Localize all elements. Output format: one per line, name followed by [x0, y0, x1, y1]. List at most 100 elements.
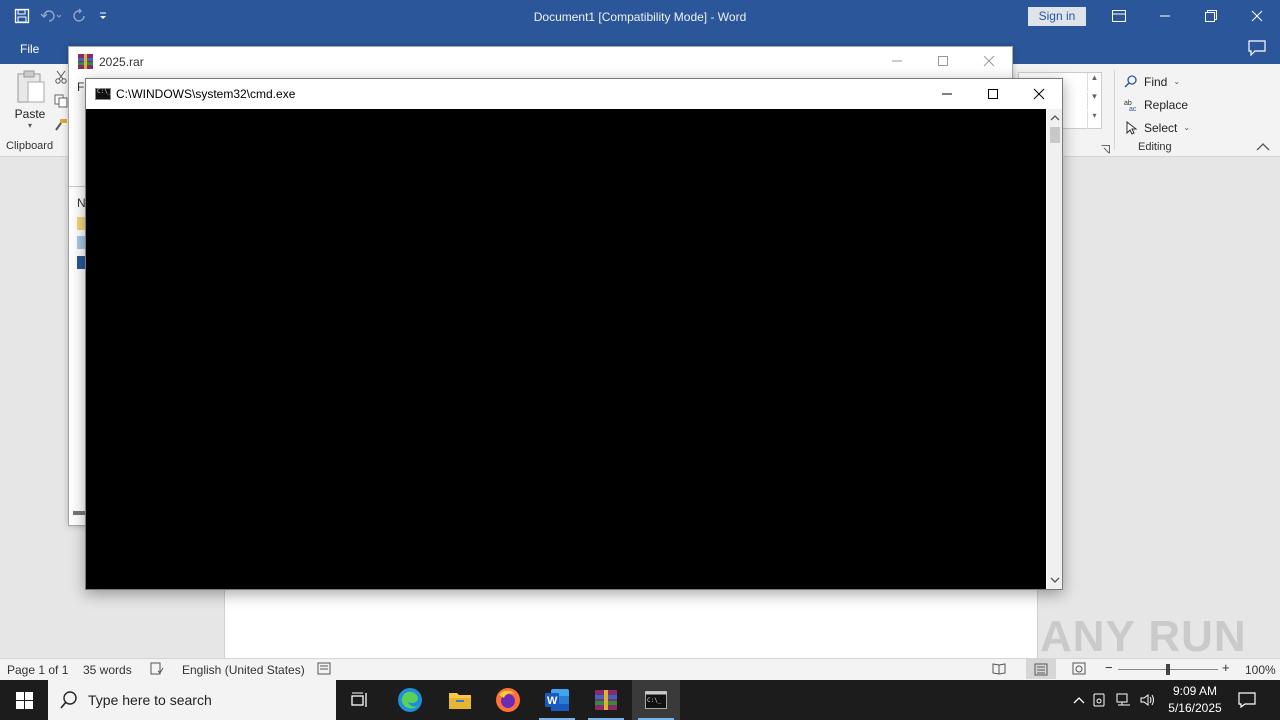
notifications-button[interactable]: [1226, 680, 1268, 720]
ribbon-separator: [1114, 70, 1115, 150]
find-label: Find: [1144, 74, 1168, 89]
taskbar-edge[interactable]: [386, 680, 434, 720]
page-count[interactable]: Page 1 of 1: [7, 663, 68, 677]
svg-text:ac: ac: [1129, 106, 1137, 112]
svg-text:W: W: [547, 695, 558, 707]
word-count[interactable]: 35 words: [83, 663, 132, 677]
paste-button[interactable]: Paste ▾: [10, 70, 50, 130]
zoom-slider[interactable]: [1118, 664, 1218, 675]
clock-time: 9:09 AM: [1172, 684, 1218, 698]
taskbar-file-explorer[interactable]: [436, 680, 484, 720]
winrar-icon: [595, 690, 617, 710]
cut-icon[interactable]: [54, 70, 68, 87]
gallery-more[interactable]: ▾: [1087, 111, 1101, 129]
zoom-level[interactable]: 100%: [1245, 663, 1276, 677]
cmd-title: C:\WINDOWS\system32\cmd.exe: [116, 87, 296, 101]
scroll-up-icon[interactable]: [1050, 113, 1060, 123]
watermark: ANY RUN: [1040, 612, 1247, 661]
svg-text:C:\_: C:\_: [647, 697, 662, 704]
editing-group-label: Editing: [1138, 141, 1172, 153]
gallery-scroll-down[interactable]: ▼: [1087, 92, 1101, 110]
close-icon[interactable]: [966, 47, 1012, 75]
clipboard-icon: [17, 70, 45, 103]
restore-icon[interactable]: [1188, 0, 1234, 32]
maximize-icon[interactable]: [920, 47, 966, 75]
taskbar-cmd[interactable]: C:\_: [632, 680, 680, 720]
windows-logo-icon: [15, 691, 33, 709]
word-titlebar: Document1 [Compatibility Mode] - Word Si…: [0, 0, 1280, 34]
taskbar-word[interactable]: W: [533, 680, 581, 720]
select-button[interactable]: Select ⌄: [1124, 116, 1190, 139]
taskbar-clock[interactable]: 9:09 AM 5/16/2025: [1166, 683, 1224, 717]
print-layout-icon[interactable]: [1026, 659, 1056, 679]
gallery-scroll-up[interactable]: ▲: [1087, 73, 1101, 91]
dialog-launcher-icon[interactable]: [1101, 143, 1110, 157]
status-bar: Page 1 of 1 35 words English (United Sta…: [0, 658, 1280, 680]
language-indicator[interactable]: English (United States): [182, 663, 305, 677]
notification-icon: [1238, 692, 1256, 708]
window-title: Document1 [Compatibility Mode] - Word: [533, 10, 747, 24]
ribbon-display-options-icon[interactable]: [1096, 0, 1142, 32]
macro-recording-icon[interactable]: [317, 662, 331, 678]
network-icon[interactable]: [1112, 693, 1136, 707]
replace-icon: abac: [1124, 100, 1137, 112]
taskbar: Type here to search W C:\_ 9:09 AM 5/16/…: [0, 680, 1280, 720]
console-output[interactable]: [86, 109, 1046, 589]
start-button[interactable]: [0, 680, 48, 720]
format-painter-icon[interactable]: [54, 118, 68, 135]
edge-icon: [398, 688, 422, 712]
clipboard-group-label: Clipboard: [6, 140, 54, 152]
read-mode-icon[interactable]: [992, 662, 1006, 678]
paste-label: Paste: [14, 107, 46, 121]
web-layout-icon[interactable]: [1072, 662, 1086, 678]
show-hidden-icons-icon[interactable]: [1070, 696, 1088, 704]
collapse-ribbon-icon[interactable]: [1256, 141, 1270, 155]
cmd-window: C:\WINDOWS\system32\cmd.exe: [85, 78, 1063, 590]
task-view-button[interactable]: [336, 680, 384, 720]
search-placeholder: Type here to search: [88, 692, 212, 708]
cmd-window-controls: [924, 79, 1062, 109]
scroll-down-icon[interactable]: [1050, 575, 1060, 585]
document-page[interactable]: [224, 587, 1038, 667]
zoom-in-icon[interactable]: +: [1222, 660, 1230, 675]
maximize-icon[interactable]: [970, 79, 1016, 109]
task-view-icon: [351, 692, 367, 707]
folder-icon: [449, 693, 471, 709]
system-tray: [1070, 680, 1160, 720]
winrar-window-controls: [874, 47, 1012, 75]
minimize-icon[interactable]: [1142, 0, 1188, 32]
chevron-down-icon: ⌄: [1173, 77, 1181, 86]
taskbar-search-box[interactable]: Type here to search: [48, 680, 336, 720]
sign-in-button[interactable]: Sign in: [1028, 7, 1086, 26]
taskbar-firefox[interactable]: [484, 680, 532, 720]
minimize-icon[interactable]: [874, 47, 920, 75]
search-icon: [60, 691, 77, 709]
select-label: Select: [1144, 120, 1178, 135]
copy-icon[interactable]: [54, 94, 68, 111]
search-icon: [1124, 74, 1137, 88]
taskbar-winrar[interactable]: [582, 680, 630, 720]
zoom-slider-thumb[interactable]: [1166, 664, 1170, 675]
volume-icon[interactable]: [1136, 693, 1160, 707]
chevron-down-icon: ⌄: [1183, 123, 1191, 132]
cmd-titlebar[interactable]: C:\WINDOWS\system32\cmd.exe: [86, 79, 1062, 109]
cmd-app-icon: [95, 88, 111, 100]
meet-now-icon[interactable]: [1088, 693, 1112, 707]
scroll-thumb[interactable]: [1050, 127, 1060, 143]
zoom-out-icon[interactable]: −: [1105, 660, 1113, 675]
tab-file[interactable]: File: [20, 42, 39, 56]
proofing-icon[interactable]: [150, 662, 164, 678]
comments-icon[interactable]: [1248, 40, 1266, 59]
replace-label: Replace: [1144, 97, 1189, 112]
cursor-icon: [1126, 120, 1138, 135]
chevron-down-icon: ▾: [27, 121, 32, 130]
find-button[interactable]: Find ⌄: [1124, 70, 1190, 93]
editing-group: Find ⌄ ab ac Replace Select ⌄: [1124, 70, 1190, 139]
clock-date: 5/16/2025: [1168, 701, 1222, 715]
minimize-icon[interactable]: [924, 79, 970, 109]
replace-button[interactable]: ab ac Replace: [1124, 93, 1190, 116]
close-icon[interactable]: [1234, 0, 1280, 32]
vertical-scrollbar[interactable]: [1047, 109, 1062, 589]
close-icon[interactable]: [1016, 79, 1062, 109]
winrar-toolbar-separator: [69, 186, 86, 187]
